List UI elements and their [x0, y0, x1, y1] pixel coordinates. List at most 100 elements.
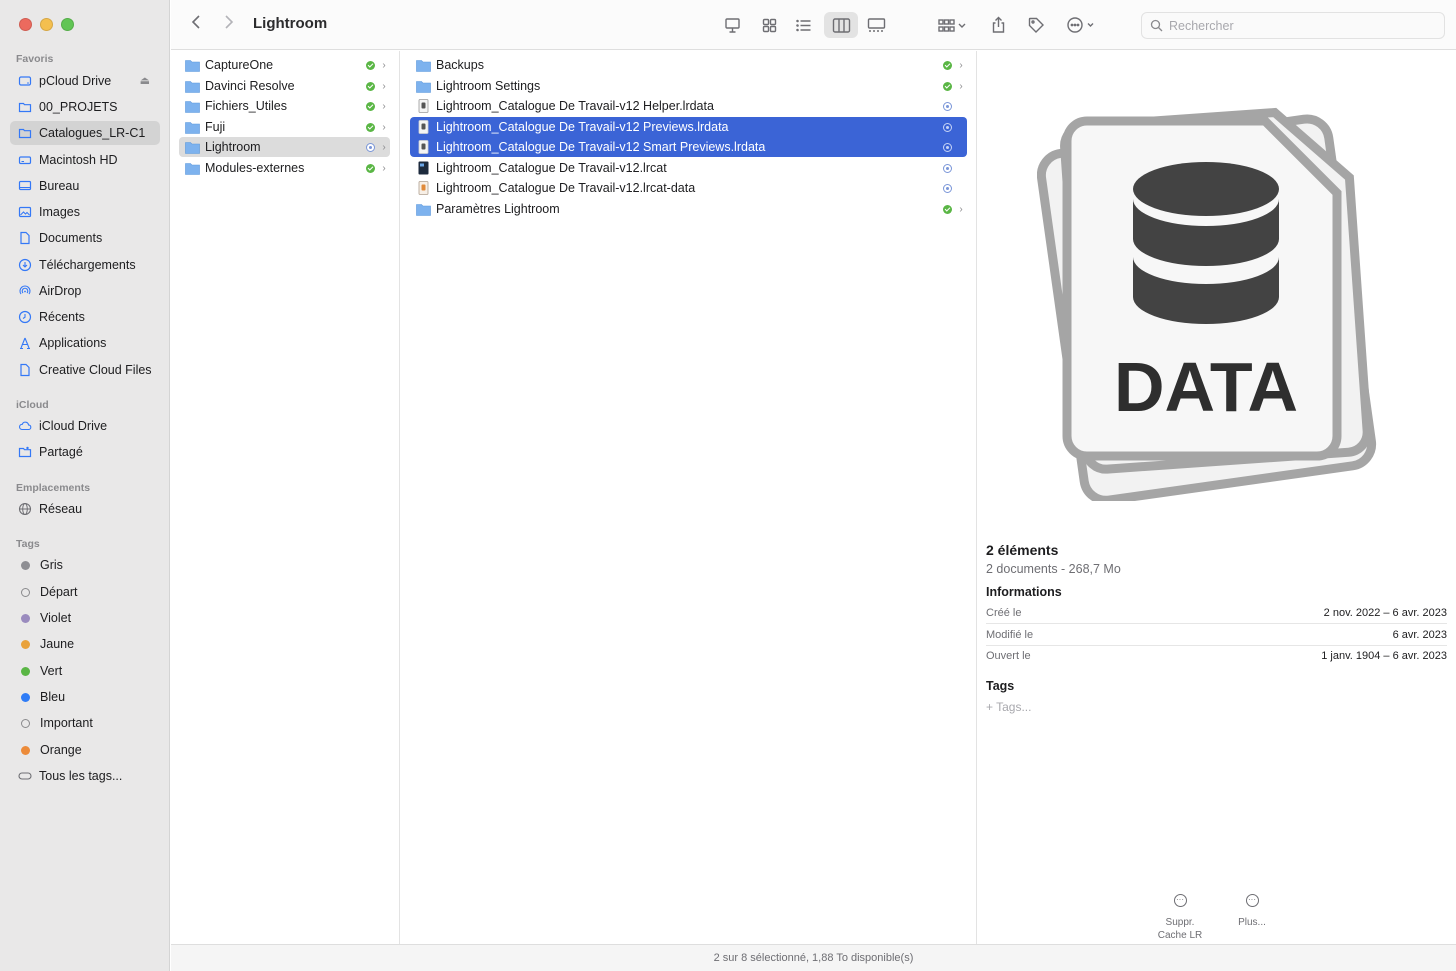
desktop-icon — [18, 179, 32, 193]
sidebar-item-label: Récents — [39, 310, 85, 324]
sidebar-item-bureau[interactable]: Bureau — [10, 174, 160, 198]
sidebar-item-00-projets[interactable]: 00_PROJETS — [10, 95, 160, 119]
file-row-smart-previews-lrdata[interactable]: Lightroom_Catalogue De Travail-v12 Smart… — [410, 137, 967, 157]
sidebar-item-label: Bureau — [39, 179, 80, 193]
shared-folder-icon — [18, 445, 32, 459]
close-window-button[interactable] — [19, 18, 32, 31]
file-row-lrcat[interactable]: Lightroom_Catalogue De Travail-v12.lrcat — [410, 158, 967, 178]
file-row-lightroom[interactable]: Lightroom › — [179, 137, 390, 157]
folder-icon — [185, 140, 200, 154]
status-text: 2 sur 8 sélectionné, 1,88 To disponible(… — [713, 952, 914, 964]
sidebar-item-pcloud-drive[interactable]: pCloud Drive ⏏ — [10, 69, 160, 93]
sidebar-item-applications[interactable]: Applications — [10, 331, 160, 355]
sidebar-tag-orange[interactable]: Orange — [10, 738, 160, 762]
sidebar-item-label: Tous les tags... — [39, 769, 123, 783]
file-row-backups[interactable]: Backups › — [410, 55, 967, 75]
sidebar-tag-violet[interactable]: Violet — [10, 606, 160, 630]
file-row-modules-externes[interactable]: Modules-externes › — [179, 158, 390, 178]
info-row-opened: Ouvert le 1 janv. 1904 – 6 avr. 2023 — [986, 650, 1447, 662]
sidebar-tag-all[interactable]: Tous les tags... — [10, 764, 160, 788]
sidebar-item-label: iCloud Drive — [39, 419, 108, 433]
chevron-right-icon: › — [382, 162, 386, 174]
sidebar-item-images[interactable]: Images — [10, 200, 160, 224]
download-icon — [18, 258, 32, 272]
sidebar-item-label: Orange — [40, 743, 82, 757]
desktop-view-icon — [724, 17, 740, 33]
column-lightroom: Backups › Lightroom Settings › Lightroom… — [400, 51, 977, 944]
sidebar-item-label: Creative Cloud Files — [39, 363, 152, 377]
preview-subtitle: 2 documents - 268,7 Mo — [986, 562, 1121, 576]
list-view-button[interactable] — [790, 12, 816, 38]
tag-color-icon — [21, 692, 30, 702]
eject-icon[interactable]: ⏏ — [140, 74, 150, 87]
file-row-previews-lrdata[interactable]: Lightroom_Catalogue De Travail-v12 Previ… — [410, 117, 967, 137]
sidebar-item-label: pCloud Drive — [39, 74, 112, 88]
cloud-icon — [18, 419, 32, 433]
sidebar-item-label: Documents — [39, 231, 103, 245]
sidebar-item-telechargements[interactable]: Téléchargements — [10, 253, 160, 277]
search-icon — [1150, 19, 1163, 32]
back-button[interactable] — [191, 14, 201, 35]
gallery-view-button[interactable] — [863, 12, 889, 38]
sidebar-item-label: Réseau — [39, 502, 83, 516]
sidebar-item-recents[interactable]: Récents — [10, 305, 160, 329]
file-row-davinci-resolve[interactable]: Davinci Resolve › — [179, 76, 390, 96]
minimize-window-button[interactable] — [40, 18, 53, 31]
sidebar-section-locations: Emplacements — [16, 482, 91, 494]
sidebar-tag-gris[interactable]: Gris — [10, 553, 160, 577]
file-row-captureone[interactable]: CaptureOne › — [179, 55, 390, 75]
group-by-button[interactable] — [933, 12, 971, 38]
tag-color-icon — [21, 639, 30, 649]
sidebar-item-label: Partagé — [39, 445, 83, 459]
column-view-button[interactable] — [824, 12, 858, 38]
forward-button[interactable] — [224, 14, 234, 35]
search-field[interactable] — [1141, 12, 1445, 39]
sidebar-view-button[interactable] — [719, 12, 745, 38]
synced-status-icon — [366, 81, 375, 91]
tag-button[interactable] — [1023, 12, 1049, 38]
suppr-cache-lr-button[interactable]: ··· Suppr. Cache LR — [1150, 894, 1210, 942]
sidebar-tag-important[interactable]: Important — [10, 711, 160, 735]
cloud-status-icon — [366, 142, 375, 152]
network-icon — [18, 502, 32, 516]
sidebar-tag-vert[interactable]: Vert — [10, 659, 160, 683]
sidebar-item-creative-cloud-files[interactable]: Creative Cloud Files — [10, 358, 160, 382]
sidebar-tag-jaune[interactable]: Jaune — [10, 632, 160, 656]
tag-empty-icon — [21, 587, 30, 597]
synced-status-icon — [366, 163, 375, 173]
maximize-window-button[interactable] — [61, 18, 74, 31]
ellipsis-circle-icon — [1067, 17, 1094, 33]
sidebar-tag-bleu[interactable]: Bleu — [10, 685, 160, 709]
file-row-parametres-lightroom[interactable]: Paramètres Lightroom › — [410, 199, 967, 219]
chevron-right-icon: › — [959, 203, 963, 215]
sidebar-tag-depart[interactable]: Départ — [10, 580, 160, 604]
share-button[interactable] — [985, 12, 1011, 38]
file-row-lightroom-settings[interactable]: Lightroom Settings › — [410, 76, 967, 96]
sidebar-item-partage[interactable]: Partagé — [10, 440, 160, 464]
photo-icon — [18, 205, 32, 219]
sidebar-item-reseau[interactable]: Réseau — [10, 497, 160, 521]
sidebar-item-macintosh-hd[interactable]: Macintosh HD — [10, 148, 160, 172]
icon-view-button[interactable] — [756, 12, 782, 38]
sidebar-item-label: Départ — [40, 585, 78, 599]
file-row-fuji[interactable]: Fuji › — [179, 117, 390, 137]
tag-icon — [1028, 17, 1044, 33]
sidebar-item-label: Gris — [40, 558, 63, 572]
sidebar-item-label: Important — [40, 716, 93, 730]
harddisk-icon — [18, 153, 32, 167]
file-row-fichiers-utiles[interactable]: Fichiers_Utiles › — [179, 96, 390, 116]
sidebar-item-icloud-drive[interactable]: iCloud Drive — [10, 414, 160, 438]
file-row-helper-lrdata[interactable]: Lightroom_Catalogue De Travail-v12 Helpe… — [410, 96, 967, 116]
synced-status-icon — [366, 60, 375, 70]
add-tags-field[interactable]: + Tags... — [986, 700, 1031, 714]
action-menu-button[interactable] — [1062, 12, 1100, 38]
sidebar-section-tags: Tags — [16, 538, 40, 550]
more-actions-button[interactable]: ··· Plus... — [1222, 894, 1282, 929]
sidebar-item-airdrop[interactable]: AirDrop — [10, 279, 160, 303]
file-row-lrcat-data[interactable]: Lightroom_Catalogue De Travail-v12.lrcat… — [410, 178, 967, 198]
search-input[interactable] — [1169, 18, 1429, 33]
sidebar-item-documents[interactable]: Documents — [10, 226, 160, 250]
drive-icon — [18, 74, 32, 88]
sidebar-item-catalogues-lr-c1[interactable]: Catalogues_LR-C1 — [10, 121, 160, 145]
window-controls — [19, 18, 74, 31]
